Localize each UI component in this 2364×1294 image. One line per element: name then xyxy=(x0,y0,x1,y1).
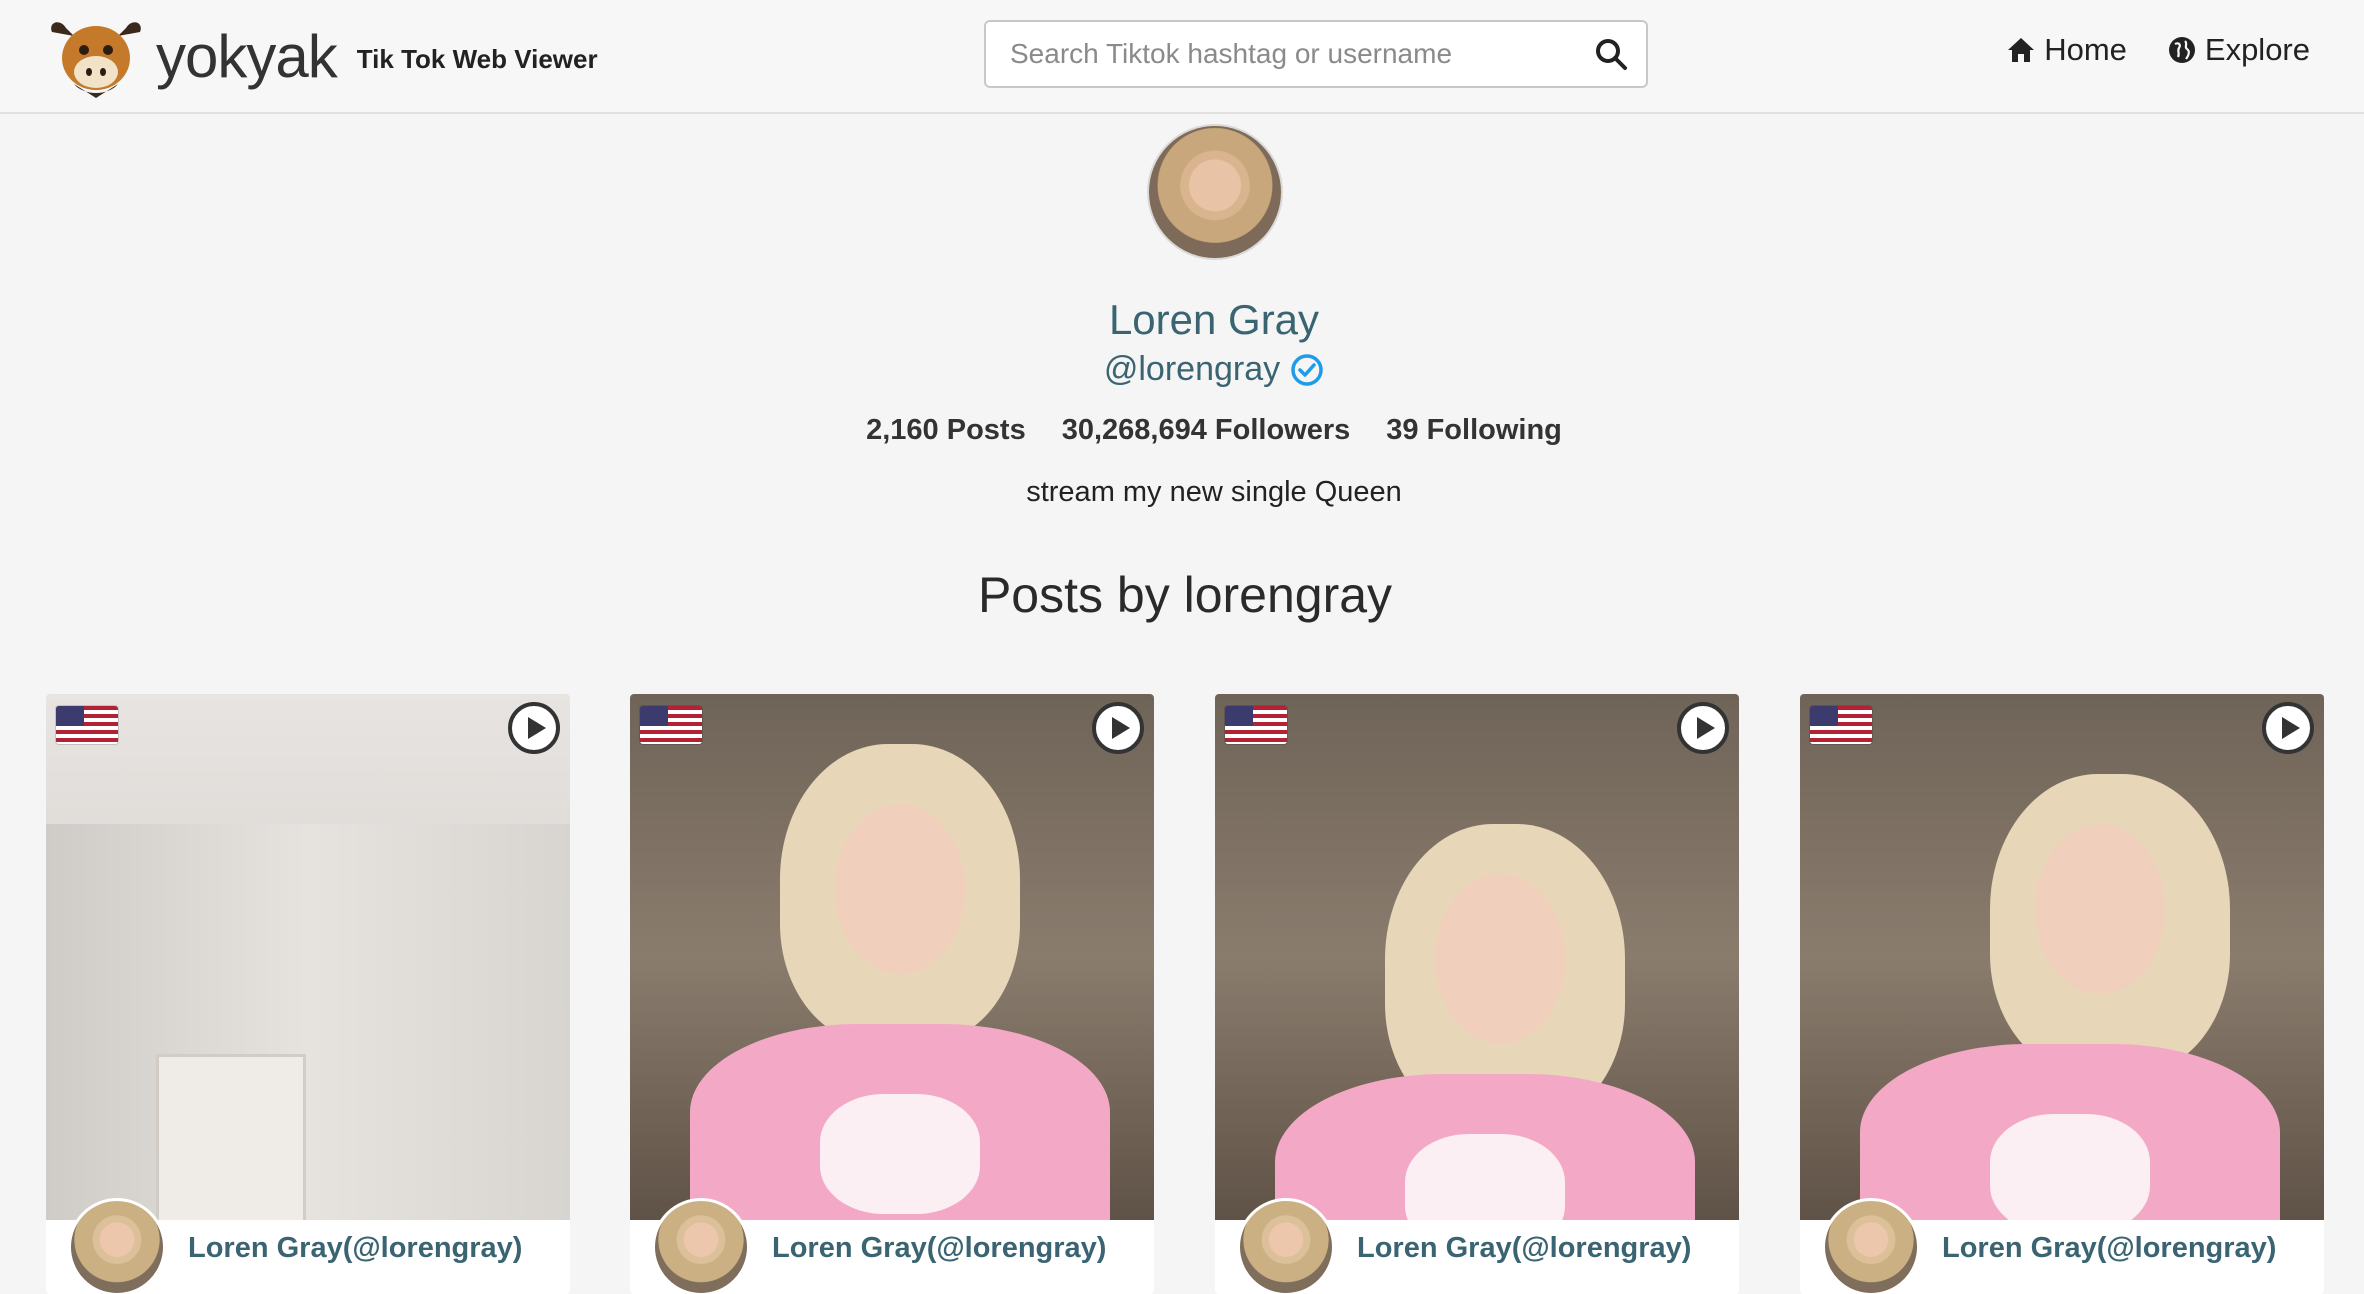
verified-badge-icon xyxy=(1291,353,1323,386)
profile-stats: 2,160 Posts 30,268,694 Followers 39 Foll… xyxy=(0,414,2364,447)
nav-home[interactable]: Home xyxy=(2006,32,2127,68)
post-card[interactable]: Loren Gray(@lorengray) xyxy=(46,694,570,1294)
profile-bio: stream my new single Queen xyxy=(1026,476,1402,508)
play-icon[interactable] xyxy=(2262,702,2314,754)
profile-handle: @lorengray xyxy=(1103,350,1281,388)
thumbnail-face xyxy=(2035,824,2165,994)
globe-icon xyxy=(2168,37,2195,63)
posts-section-title: Posts by lorengray xyxy=(977,567,1393,623)
post-thumbnail[interactable] xyxy=(1215,694,1739,1294)
main-nav: Home Explore xyxy=(2006,32,2310,68)
nav-home-label: Home xyxy=(2044,32,2127,67)
search-input[interactable] xyxy=(986,22,1576,86)
following-count: 39 Following xyxy=(1386,414,1562,446)
us-flag-icon xyxy=(640,706,702,744)
post-card[interactable]: Loren Gray(@lorengray) xyxy=(630,694,1154,1294)
card-footer: Loren Gray(@lorengray) xyxy=(1800,1198,2324,1294)
thumbnail-wall xyxy=(46,824,570,1220)
play-icon[interactable] xyxy=(508,702,560,754)
top-bar: yokyak Tik Tok Web Viewer Home Explore xyxy=(0,0,2364,114)
avatar xyxy=(68,1198,166,1294)
home-icon xyxy=(2008,38,2035,62)
search-icon[interactable] xyxy=(1594,37,1628,71)
followers-count: 30,268,694 Followers xyxy=(1061,414,1351,446)
avatar xyxy=(1237,1198,1335,1294)
post-thumbnail[interactable] xyxy=(46,694,570,1224)
play-icon[interactable] xyxy=(1677,702,1729,754)
avatar xyxy=(652,1198,750,1294)
brand-subtitle: Tik Tok Web Viewer xyxy=(356,43,598,74)
card-author[interactable]: Loren Gray(@lorengray) xyxy=(1357,1232,1691,1265)
card-author[interactable]: Loren Gray(@lorengray) xyxy=(188,1232,522,1265)
post-thumbnail[interactable] xyxy=(630,694,1154,1244)
profile-handle-row: @lorengray xyxy=(0,350,2364,389)
yak-logo-icon xyxy=(51,22,141,98)
card-footer: Loren Gray(@lorengray) xyxy=(630,1198,1154,1294)
brand-wordmark: yokyak xyxy=(156,22,338,90)
post-card[interactable]: Loren Gray(@lorengray) xyxy=(1800,694,2324,1294)
post-card[interactable]: Loren Gray(@lorengray) xyxy=(1215,694,1739,1294)
thumbnail-face xyxy=(1435,874,1565,1044)
thumbnail-bow xyxy=(820,1094,980,1214)
nav-explore-label: Explore xyxy=(2204,32,2310,67)
card-author[interactable]: Loren Gray(@lorengray) xyxy=(772,1232,1106,1265)
play-icon[interactable] xyxy=(1092,702,1144,754)
thumbnail-face xyxy=(835,804,965,974)
card-footer: Loren Gray(@lorengray) xyxy=(46,1198,570,1294)
avatar xyxy=(1822,1198,1920,1294)
search-box xyxy=(984,20,1648,88)
card-author[interactable]: Loren Gray(@lorengray) xyxy=(1942,1232,2276,1265)
profile-name: Loren Gray xyxy=(1108,296,1320,343)
us-flag-icon xyxy=(1810,706,1872,744)
posts-count: 2,160 Posts xyxy=(866,414,1026,446)
card-footer: Loren Gray(@lorengray) xyxy=(1215,1198,1739,1294)
us-flag-icon xyxy=(1225,706,1287,744)
brand[interactable]: yokyak Tik Tok Web Viewer xyxy=(44,14,598,98)
profile-avatar xyxy=(1147,124,1283,260)
thumbnail-bow xyxy=(1990,1114,2150,1234)
nav-explore[interactable]: Explore xyxy=(2167,32,2310,68)
post-thumbnail[interactable] xyxy=(1800,694,2324,1264)
thumbnail-door xyxy=(156,1054,306,1224)
us-flag-icon xyxy=(56,706,118,744)
